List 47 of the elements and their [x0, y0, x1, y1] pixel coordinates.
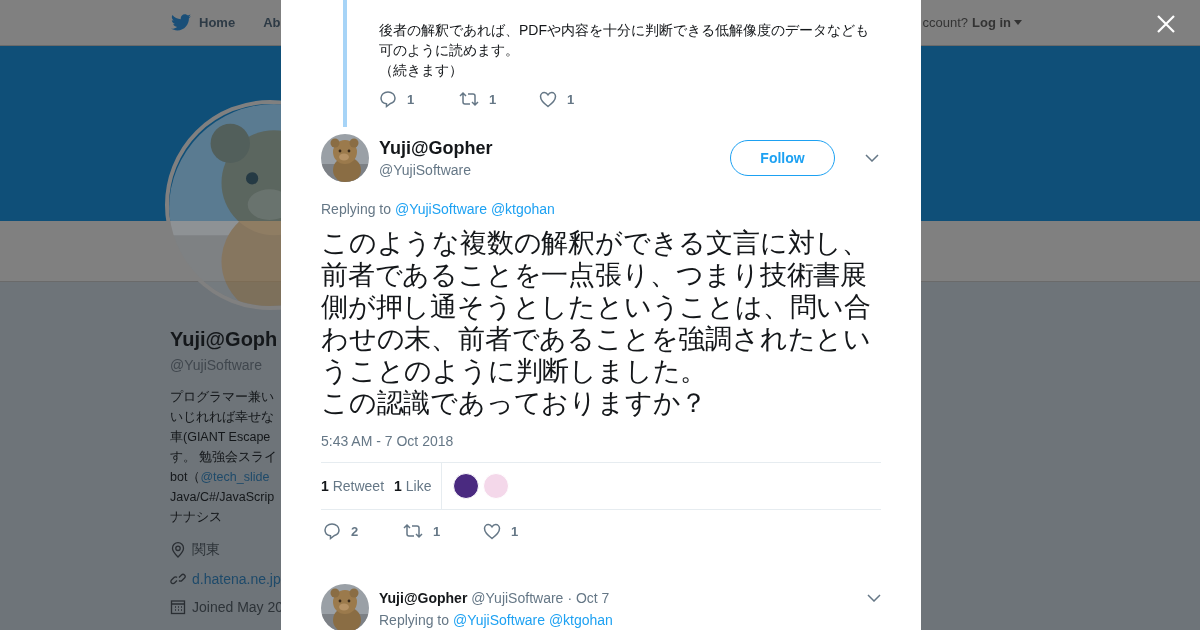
- home-link[interactable]: Home: [171, 14, 236, 31]
- caret-icon: [1014, 20, 1022, 25]
- tweet-text: 後者の解釈であれば、PDFや内容を十分に判断できる低解像度のデータなども 可のように読めます。 （続きます）: [379, 21, 870, 80]
- retweet-icon[interactable]: [459, 91, 479, 107]
- calendar-icon: [170, 599, 186, 615]
- retweet-stat[interactable]: 1 Retweet: [321, 478, 385, 494]
- user-avatar[interactable]: [453, 473, 480, 499]
- reply-icon[interactable]: [323, 522, 341, 540]
- retweet-count: 1: [489, 91, 497, 107]
- reply-count: 2: [351, 523, 359, 539]
- location-pin-icon: [170, 542, 186, 558]
- link-icon: [170, 571, 186, 587]
- chevron-down-icon[interactable]: [865, 154, 879, 162]
- reply-icon[interactable]: [379, 90, 397, 108]
- author-handle: @YujiSoftware: [379, 162, 473, 178]
- mention-link[interactable]: @ktgohan: [490, 201, 555, 217]
- heart-icon[interactable]: [483, 522, 501, 540]
- tweet-time: · Oct 7: [567, 590, 610, 606]
- tweet-timestamp: 5:43 AM - 7 Oct 2018: [321, 433, 455, 449]
- replying-to: Replying to @YujiSoftware @ktgohan: [379, 612, 614, 628]
- account-prompt: ccount?: [922, 15, 968, 30]
- profile-bio: プログラマー兼い いじれれば幸せな 車(GIANT Escape す。 勉強会スライ bot（@tech_slide Java/C#/JavaScrip ナナシス: [170, 389, 278, 526]
- follow-button[interactable]: Follow: [730, 140, 835, 176]
- like-count: 1: [567, 91, 575, 107]
- close-button[interactable]: [1157, 15, 1175, 33]
- heart-icon[interactable]: [539, 90, 557, 108]
- website-link[interactable]: d.hatena.ne.jp: [192, 571, 281, 587]
- replying-to: Replying to @YujiSoftware @ktgohan: [321, 201, 556, 217]
- mention-link[interactable]: @YujiSoftware: [452, 612, 545, 628]
- author-handle: @YujiSoftware: [471, 590, 564, 606]
- reply-count: 1: [407, 91, 415, 107]
- like-count: 1: [511, 523, 519, 539]
- like-stat[interactable]: 1 Like: [394, 478, 432, 494]
- mention-link[interactable]: @tech_slide: [200, 470, 270, 484]
- login-button[interactable]: Log in: [972, 15, 1022, 30]
- retweet-count: 1: [433, 523, 441, 539]
- retweet-icon[interactable]: [403, 523, 423, 539]
- chevron-down-icon[interactable]: [867, 594, 881, 602]
- profile-location: 関東: [192, 541, 220, 559]
- author-name: Yuji@Gopher: [379, 590, 468, 606]
- mention-link[interactable]: @ktgohan: [548, 612, 613, 628]
- author-name: Yuji@Gopher: [379, 138, 493, 159]
- mention-link[interactable]: @YujiSoftware: [394, 201, 487, 217]
- tweet-text: このような複数の解釈ができる文言に対し、 前者であることを一点張り、つまり技術書展 側が押し通そうとしたということは、問い合 わせの末、前者であることを強調されたとい うことのように判断しました。 この認識であっておりますか？: [321, 227, 872, 419]
- bird-logo-icon: [171, 14, 191, 31]
- about-link[interactable]: Ab: [263, 15, 281, 30]
- profile-name: Yuji@Goph: [170, 328, 278, 351]
